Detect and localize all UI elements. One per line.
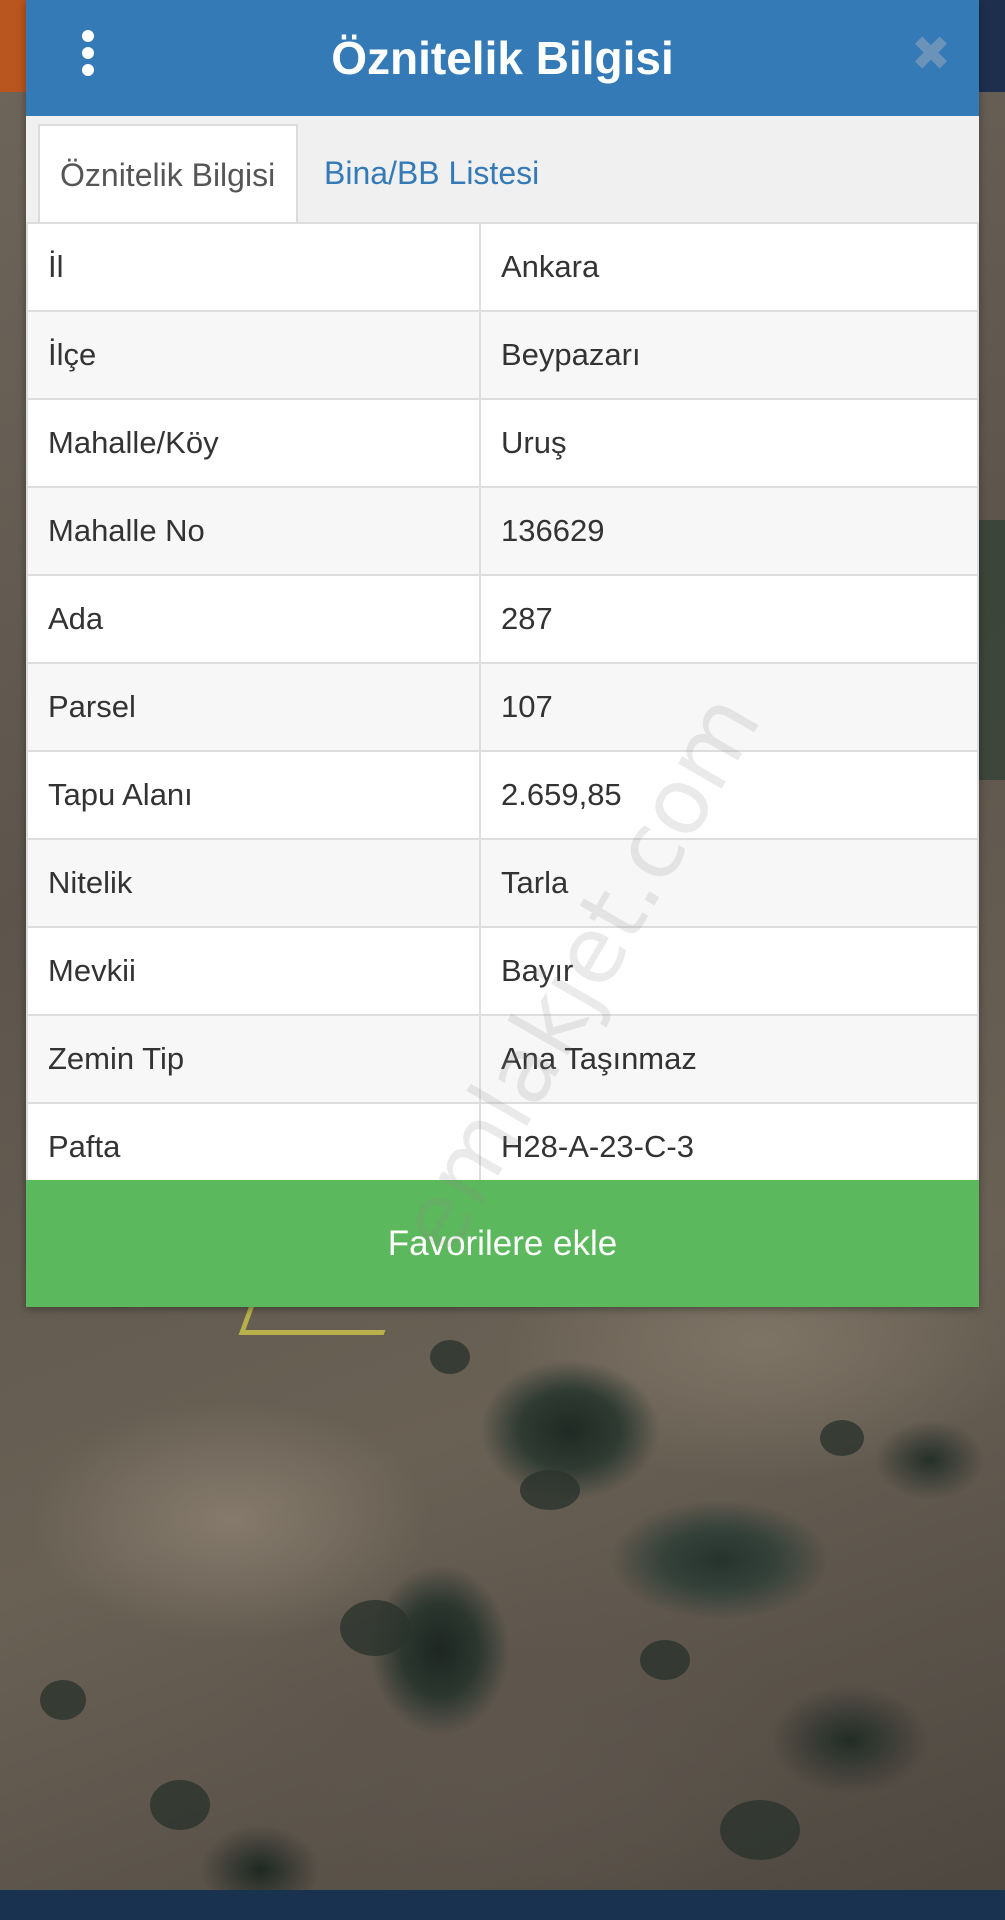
table-row: Nitelik Tarla [26,838,979,928]
attribute-value: 136629 [479,486,979,576]
attribute-value: Ankara [479,222,979,312]
table-row: İlçe Beypazarı [26,310,979,400]
attribute-label: Parsel [26,662,481,752]
attribute-value: Tarla [479,838,979,928]
attribute-label: İl [26,222,481,312]
table-row: Mahalle No 136629 [26,486,979,576]
attribute-value: Uruş [479,398,979,488]
attribute-value: Ana Taşınmaz [479,1014,979,1104]
tab-building-list[interactable]: Bina/BB Listesi [304,124,559,222]
dialog-header: Öznitelik Bilgisi ✖ [26,0,979,116]
map-tree [340,1600,410,1656]
attribute-label: Mahalle No [26,486,481,576]
table-row: Parsel 107 [26,662,979,752]
attribute-label: Pafta [26,1102,481,1192]
attribute-label: Zemin Tip [26,1014,481,1104]
table-row: Mevkii Bayır [26,926,979,1016]
attribute-value: 107 [479,662,979,752]
map-tree [430,1340,470,1374]
attribute-value: 2.659,85 [479,750,979,840]
attribute-label: Ada [26,574,481,664]
map-edge-left [0,0,26,92]
attribute-label: Tapu Alanı [26,750,481,840]
attribute-value: H28-A-23-C-3 [479,1102,979,1192]
dialog-title: Öznitelik Bilgisi [331,32,674,84]
map-tree [40,1680,86,1720]
tab-bar: Öznitelik Bilgisi Bina/BB Listesi [26,116,979,224]
table-row: Ada 287 [26,574,979,664]
add-to-favorites-button[interactable]: Favorilere ekle [26,1180,979,1307]
close-icon[interactable]: ✖ [908,31,954,79]
attribute-label: İlçe [26,310,481,400]
map-tree [520,1470,580,1510]
attribute-value: 287 [479,574,979,664]
table-row: Mahalle/Köy Uruş [26,398,979,488]
attribute-value: Bayır [479,926,979,1016]
map-edge-right [979,0,1005,92]
map-edge-strip [979,520,1005,780]
attribute-value: Beypazarı [479,310,979,400]
map-tree [820,1420,864,1456]
map-tree [150,1780,210,1830]
attribute-dialog: Öznitelik Bilgisi ✖ Öznitelik Bilgisi Bi… [26,0,979,1307]
map-tree [720,1800,800,1860]
map-tree [640,1640,690,1680]
attribute-label: Mahalle/Köy [26,398,481,488]
table-row: Pafta H28-A-23-C-3 [26,1102,979,1192]
tab-attribute-info[interactable]: Öznitelik Bilgisi [38,124,298,224]
table-row: Zemin Tip Ana Taşınmaz [26,1014,979,1104]
bottom-navigation-bar [0,1890,1005,1920]
attribute-table: İl Ankara İlçe Beypazarı Mahalle/Köy Uru… [26,222,979,1192]
attribute-label: Nitelik [26,838,481,928]
table-row: İl Ankara [26,222,979,312]
table-row: Tapu Alanı 2.659,85 [26,750,979,840]
attribute-label: Mevkii [26,926,481,1016]
